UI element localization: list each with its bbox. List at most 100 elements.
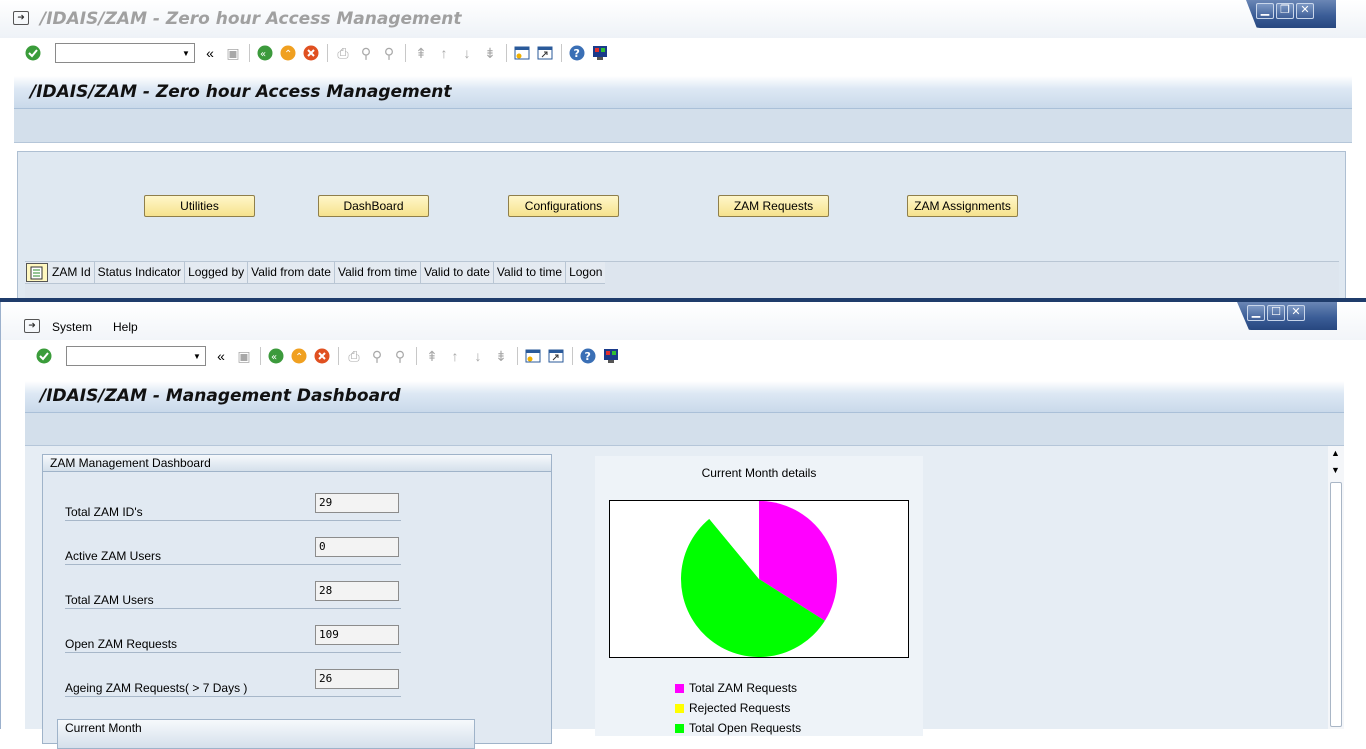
scroll-up-icon[interactable]: ▲ [1331, 448, 1340, 458]
total-zam-ids-value[interactable]: 29 [315, 493, 399, 513]
chevron-down-icon[interactable]: ▼ [189, 347, 205, 365]
cancel-icon[interactable] [313, 347, 331, 365]
toolbar-separator [327, 44, 328, 62]
column-zam-id[interactable]: ZAM Id [49, 262, 95, 283]
window-menu-icon[interactable]: ➜ [24, 319, 40, 333]
configurations-button[interactable]: Configurations [508, 195, 619, 217]
standard-toolbar: ▼ « ▣ « ⌃ ⎙ ⚲ ⚲ ⇞ ↑ ↓ ⇟ ? [1, 341, 1366, 371]
first-page-icon[interactable]: ⇞ [423, 347, 441, 365]
column-valid-to-date[interactable]: Valid to date [421, 262, 494, 283]
legend-swatch [675, 683, 684, 693]
active-zam-users-label: Active ZAM Users [65, 549, 162, 563]
first-page-icon[interactable]: ⇞ [412, 44, 430, 62]
zam-assignments-button[interactable]: ZAM Assignments [907, 195, 1018, 217]
exit-icon[interactable]: ⌃ [279, 44, 297, 62]
svg-text:⌃: ⌃ [284, 49, 292, 60]
column-valid-from-time[interactable]: Valid from time [335, 262, 422, 283]
create-session-icon[interactable] [513, 44, 531, 62]
window-menu-icon[interactable]: ➜ [13, 11, 29, 25]
column-logon[interactable]: Logon [566, 262, 605, 283]
legend-label: Total Open Requests [689, 721, 802, 735]
legend-label: Total ZAM Requests [689, 681, 798, 695]
toolbar-separator [572, 347, 573, 365]
save-icon[interactable]: ▣ [224, 44, 242, 62]
restore-button[interactable]: ❐ [1276, 3, 1294, 19]
find-next-icon[interactable]: ⚲ [391, 347, 409, 365]
svg-text:?: ? [585, 350, 591, 363]
find-icon[interactable]: ⚲ [357, 44, 375, 62]
close-button[interactable]: ✕ [1287, 305, 1305, 321]
table-header-row: ZAM Id Status Indicator Logged by Valid … [25, 262, 606, 284]
back-icon[interactable]: « [267, 347, 285, 365]
chevron-down-icon[interactable]: ▼ [178, 44, 194, 62]
legend-item: Total ZAM Requests [675, 678, 801, 698]
customize-layout-icon[interactable] [602, 347, 620, 365]
print-icon[interactable]: ⎙ [334, 44, 352, 62]
enter-icon[interactable] [35, 347, 53, 365]
table-header: ZAM Id Status Indicator Logged by Valid … [25, 261, 1339, 303]
print-icon[interactable]: ⎙ [345, 347, 363, 365]
vertical-scrollbar[interactable]: ▲ ▼ [1328, 446, 1344, 729]
scroll-thumb[interactable] [1330, 482, 1342, 727]
last-page-icon[interactable]: ⇟ [492, 347, 510, 365]
cancel-icon[interactable] [302, 44, 320, 62]
main-content: Utilities DashBoard Configurations ZAM R… [17, 151, 1346, 303]
minimize-button[interactable]: ▁ [1256, 3, 1274, 19]
find-next-icon[interactable]: ⚲ [380, 44, 398, 62]
current-month-title: Current Month [65, 721, 142, 735]
window-controls: ▁ ☐ ✕ [1237, 302, 1337, 330]
screen-title-bar: /IDAIS/ZAM - Zero hour Access Management [14, 76, 1352, 109]
customize-layout-icon[interactable] [591, 44, 609, 62]
standard-toolbar: ▼ « ▣ « ⌃ ⎙ ⚲ ⚲ ⇞ ↑ ↓ ⇟ ? [0, 38, 1366, 68]
column-status-indicator[interactable]: Status Indicator [95, 262, 186, 283]
next-page-icon[interactable]: ↓ [469, 347, 487, 365]
legend-item: Rejected Requests [675, 698, 801, 718]
total-zam-users-value[interactable]: 28 [315, 581, 399, 601]
toolbar-separator [249, 44, 250, 62]
open-zam-requests-value[interactable]: 109 [315, 625, 399, 645]
double-chevron-left-icon[interactable]: « [201, 44, 219, 62]
save-icon[interactable]: ▣ [235, 347, 253, 365]
column-valid-from-date[interactable]: Valid from date [248, 262, 335, 283]
enter-icon[interactable] [24, 44, 42, 62]
page-title: /IDAIS/ZAM - Management Dashboard [40, 386, 401, 406]
zam-requests-button[interactable]: ZAM Requests [718, 195, 829, 217]
close-button[interactable]: ✕ [1296, 3, 1314, 19]
pie-chart [681, 501, 837, 657]
column-logged-by[interactable]: Logged by [185, 262, 249, 283]
next-page-icon[interactable]: ↓ [458, 44, 476, 62]
find-icon[interactable]: ⚲ [368, 347, 386, 365]
field-ageing-zam-requests: Ageing ZAM Requests( > 7 Days ) 26 [65, 669, 401, 697]
back-icon[interactable]: « [256, 44, 274, 62]
previous-page-icon[interactable]: ↑ [446, 347, 464, 365]
previous-page-icon[interactable]: ↑ [435, 44, 453, 62]
window-controls: ▁ ❐ ✕ [1246, 0, 1336, 28]
window-main: ➜ /IDAIS/ZAM - Zero hour Access Manageme… [0, 0, 1366, 303]
field-total-zam-ids: Total ZAM ID's 29 [65, 493, 401, 521]
scroll-down-icon[interactable]: ▼ [1331, 465, 1340, 475]
help-icon[interactable]: ? [579, 347, 597, 365]
help-icon[interactable]: ? [568, 44, 586, 62]
create-session-icon[interactable] [524, 347, 542, 365]
menu-system[interactable]: System [52, 320, 92, 334]
last-page-icon[interactable]: ⇟ [481, 44, 499, 62]
active-zam-users-value[interactable]: 0 [315, 537, 399, 557]
shortcut-icon[interactable] [547, 347, 565, 365]
ageing-zam-requests-value[interactable]: 26 [315, 669, 399, 689]
exit-icon[interactable]: ⌃ [290, 347, 308, 365]
field-total-zam-users: Total ZAM Users 28 [65, 581, 401, 609]
command-field[interactable]: ▼ [66, 346, 206, 366]
utilities-button[interactable]: Utilities [144, 195, 255, 217]
toolbar-separator [517, 347, 518, 365]
command-field[interactable]: ▼ [55, 43, 195, 63]
select-all-icon[interactable] [26, 263, 48, 282]
menu-help[interactable]: Help [113, 320, 138, 334]
double-chevron-left-icon[interactable]: « [212, 347, 230, 365]
maximize-button[interactable]: ☐ [1267, 305, 1285, 321]
shortcut-icon[interactable] [536, 44, 554, 62]
menu-bar: ➜ System Help ▁ ☐ ✕ [1, 302, 1366, 340]
dashboard-button[interactable]: DashBoard [318, 195, 429, 217]
column-valid-to-time[interactable]: Valid to time [494, 262, 567, 283]
svg-text:«: « [271, 352, 277, 363]
minimize-button[interactable]: ▁ [1247, 305, 1265, 321]
